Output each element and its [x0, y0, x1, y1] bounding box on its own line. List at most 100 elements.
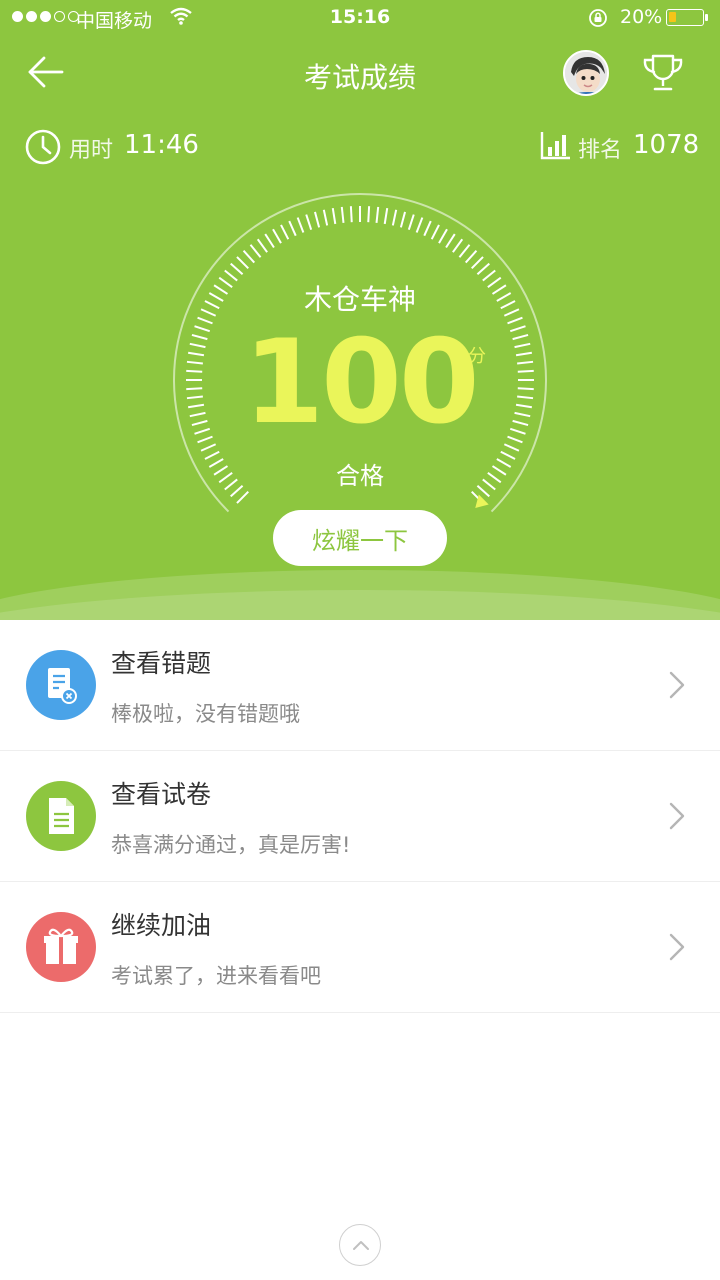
gauge-tick: [256, 238, 268, 253]
gauge-tick: [191, 419, 208, 427]
list-item-title: 查看错题: [111, 649, 212, 678]
gauge-tick: [200, 443, 217, 452]
chevron-right-icon: [669, 802, 685, 830]
gauge-tick: [407, 214, 415, 231]
rotation-lock-icon: [589, 9, 607, 27]
gauge-tick: [186, 395, 203, 400]
share-button[interactable]: 炫耀一下: [273, 510, 447, 566]
gauge-tick: [375, 206, 380, 223]
gauge-tick: [194, 427, 211, 435]
avatar[interactable]: [563, 50, 609, 96]
gauge-tick: [509, 427, 526, 435]
gauge-tick: [517, 360, 534, 365]
gauge-tick: [515, 403, 533, 409]
gauge-tick: [331, 207, 337, 225]
gauge-tick: [191, 333, 208, 341]
score-value: 100: [243, 315, 479, 450]
gauge-tick: [305, 214, 313, 231]
gauge-tick: [367, 206, 371, 223]
gauge-tick: [383, 207, 389, 225]
gauge-tick: [264, 233, 275, 249]
gauge-tick: [236, 256, 249, 269]
status-time: 15:16: [329, 6, 391, 28]
list-item-subtitle: 恭喜满分通过，真是厉害!: [111, 833, 351, 857]
clock-icon: [25, 129, 61, 165]
status-bar: 中国移动 15:16 20%: [0, 0, 720, 36]
battery-percent: 20%: [620, 6, 663, 28]
page-title: 考试成绩: [303, 61, 416, 94]
chevron-right-icon: [669, 671, 685, 699]
gauge-tick: [349, 206, 353, 223]
list-item-keep-going[interactable]: 继续加油 考试累了，进来看看吧: [0, 882, 720, 1013]
trophy-icon[interactable]: [640, 52, 686, 94]
document-icon: [26, 781, 96, 851]
gauge-tick: [458, 244, 471, 258]
bar-chart-icon: [540, 132, 570, 160]
rank-label: 排名: [578, 138, 623, 163]
gauge-tick: [242, 250, 256, 264]
gauge-tick: [230, 262, 244, 276]
gauge-tick: [509, 325, 526, 333]
gauge-tick: [517, 387, 534, 391]
battery-tip: [705, 14, 708, 21]
gauge-tick: [476, 262, 490, 276]
time-used-value: 11:46: [124, 130, 199, 160]
gauge-tick: [187, 351, 205, 357]
gauge-tick: [194, 325, 211, 333]
gauge-tick: [340, 206, 345, 223]
time-used-label: 用时: [69, 138, 114, 163]
gauge-tick: [189, 342, 206, 349]
list-item-title: 继续加油: [111, 911, 212, 940]
chevron-up-icon: [353, 1241, 369, 1250]
gauge-tick: [280, 224, 290, 240]
gauge-tick: [272, 228, 282, 244]
gauge-tick: [507, 316, 523, 325]
gauge-tick: [514, 411, 531, 418]
gauge-tick: [514, 342, 531, 349]
gauge-tick: [296, 217, 305, 233]
gauge-tick: [197, 435, 213, 444]
gauge-tick: [236, 491, 249, 504]
gauge-tick: [288, 220, 297, 237]
gauge-tick: [399, 211, 407, 228]
list-item-subtitle: 考试累了，进来看看吧: [111, 964, 321, 988]
gauge-tick: [517, 369, 534, 373]
battery-level: [669, 12, 676, 22]
wrong-questions-icon: [26, 650, 96, 720]
list-item-subtitle: 棒极啦，没有错题哦: [111, 702, 300, 726]
gauge-tick: [322, 209, 329, 226]
rank-value: 1078: [633, 130, 700, 160]
list-item-view-paper[interactable]: 查看试卷 恭喜满分通过，真是厉害!: [0, 751, 720, 882]
gauge-tick: [503, 443, 520, 452]
chevron-right-icon: [669, 933, 685, 961]
result-header: 中国移动 15:16 20% 考试成绩 用时 11:46 排名 1078 木仓车…: [0, 0, 720, 620]
gauge-tick: [313, 211, 321, 228]
battery-icon: [666, 9, 704, 26]
gauge-tick: [464, 250, 478, 264]
gauge-tick: [452, 238, 464, 253]
pass-status: 合格: [336, 462, 384, 490]
gauge-tick: [438, 228, 448, 244]
gauge-tick: [415, 217, 424, 233]
gauge-tick: [186, 360, 203, 365]
gauge-tick: [512, 333, 529, 341]
gauge-tick: [197, 316, 213, 325]
gauge-tick: [512, 419, 529, 427]
gauge-tick: [186, 369, 203, 373]
gauge-tick: [517, 395, 534, 400]
scroll-to-top-button[interactable]: [339, 1224, 381, 1266]
gauge-tick: [430, 224, 440, 240]
action-list: 查看错题 棒极啦，没有错题哦 查看试卷 恭喜满分通过，真是厉害! 继续加油 考试…: [0, 620, 720, 1013]
gauge-tick: [471, 256, 484, 269]
score-unit: 分: [468, 346, 486, 367]
gauge-tick: [445, 233, 456, 249]
result-title: 木仓车神: [303, 283, 416, 316]
gauge-tick: [187, 403, 205, 409]
list-item-wrong-questions[interactable]: 查看错题 棒极啦，没有错题哦: [0, 620, 720, 751]
list-item-title: 查看试卷: [111, 780, 212, 809]
gauge-tick: [515, 351, 533, 357]
gauge-tick: [189, 411, 206, 418]
gauge-tick: [391, 209, 398, 226]
gauge-tick: [507, 435, 523, 444]
gauge-tick: [423, 220, 432, 237]
